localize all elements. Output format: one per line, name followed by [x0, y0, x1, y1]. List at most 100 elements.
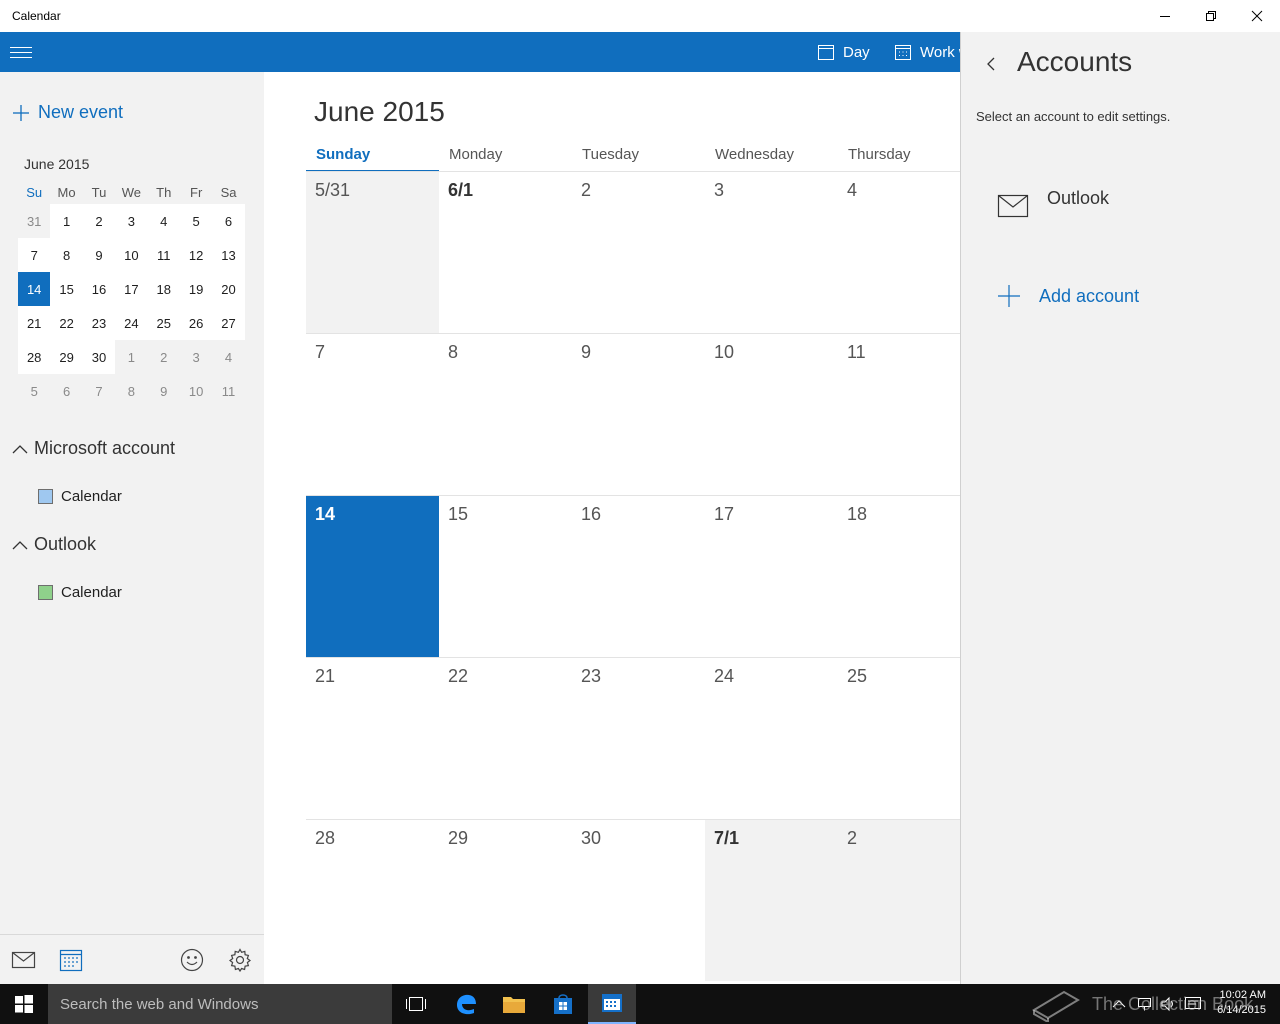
day-cell[interactable]: 5/31 [306, 171, 439, 333]
mini-day[interactable]: 8 [115, 374, 147, 408]
network-icon[interactable] [1136, 996, 1154, 1012]
mini-day-today[interactable]: 14 [18, 272, 51, 306]
task-view-icon[interactable] [392, 984, 440, 1024]
day-cell[interactable]: 7 [306, 333, 439, 495]
mini-day[interactable]: 10 [115, 238, 148, 272]
mini-day[interactable]: 12 [179, 238, 213, 272]
file-explorer-icon[interactable] [490, 984, 538, 1024]
mini-day[interactable]: 4 [147, 204, 180, 238]
mini-day[interactable]: 28 [18, 340, 51, 374]
mini-day[interactable]: 22 [50, 306, 83, 340]
group-outlook[interactable]: Outlook [12, 534, 96, 555]
day-cell[interactable]: 2 [572, 171, 705, 333]
mini-day[interactable]: 8 [50, 238, 83, 272]
day-cell[interactable]: 7/1 [705, 819, 838, 981]
day-cell[interactable]: 4 [838, 171, 960, 333]
day-cell[interactable]: 8 [439, 333, 572, 495]
new-event-button[interactable]: New event [12, 102, 123, 123]
day-view-button[interactable]: Day [817, 32, 870, 72]
calendar-item-outlook[interactable]: Calendar [38, 584, 122, 601]
day-cell[interactable]: 11 [838, 333, 960, 495]
feedback-smiley-icon[interactable] [179, 947, 205, 973]
day-cell[interactable]: 23 [572, 657, 705, 819]
action-center-icon[interactable] [1184, 996, 1202, 1012]
mini-day[interactable]: 5 [18, 374, 50, 408]
minimize-button[interactable] [1142, 0, 1188, 32]
calendar-icon[interactable] [58, 947, 84, 973]
work-week-view-button[interactable]: Work w [894, 32, 960, 72]
close-button[interactable] [1234, 0, 1280, 32]
mini-day[interactable]: 24 [115, 306, 148, 340]
account-outlook[interactable]: Outlook [997, 188, 1109, 218]
calendar-item-microsoft[interactable]: Calendar [38, 488, 122, 505]
taskbar-search-box[interactable]: Search the web and Windows [48, 984, 392, 1024]
mini-day[interactable]: 7 [18, 238, 51, 272]
day-cell[interactable]: 28 [306, 819, 439, 981]
mini-day[interactable]: 16 [82, 272, 116, 306]
settings-gear-icon[interactable] [227, 947, 253, 973]
month-title[interactable]: June 2015 [314, 96, 445, 128]
hamburger-menu-icon[interactable] [10, 40, 34, 64]
edge-browser-icon[interactable] [442, 984, 490, 1024]
mini-day[interactable]: 6 [50, 374, 82, 408]
mini-day[interactable]: 11 [212, 374, 244, 408]
day-cell[interactable]: 3 [705, 171, 838, 333]
mini-day[interactable]: 3 [115, 204, 148, 238]
store-icon[interactable] [539, 984, 587, 1024]
mini-day[interactable]: 26 [179, 306, 213, 340]
volume-icon[interactable] [1160, 996, 1178, 1012]
restore-button[interactable] [1188, 0, 1234, 32]
mini-day[interactable]: 20 [212, 272, 245, 306]
day-cell[interactable]: 2 [838, 819, 960, 981]
day-cell[interactable]: 30 [572, 819, 705, 981]
taskbar-clock[interactable]: 10:02 AM 6/14/2015 [1217, 988, 1266, 1018]
mini-day[interactable]: 2 [148, 340, 180, 374]
day-cell[interactable]: 6/1 [439, 171, 572, 333]
mini-day[interactable]: 1 [50, 204, 83, 238]
mini-day[interactable]: 6 [212, 204, 245, 238]
mini-day[interactable]: 18 [147, 272, 180, 306]
day-cell[interactable]: 29 [439, 819, 572, 981]
back-button[interactable] [981, 52, 1001, 76]
mini-day[interactable]: 17 [115, 272, 148, 306]
mini-day[interactable]: 19 [179, 272, 213, 306]
day-cell[interactable]: 17 [705, 495, 838, 657]
mini-day[interactable]: 7 [83, 374, 115, 408]
mini-day[interactable]: 25 [147, 306, 180, 340]
mini-day[interactable]: 9 [148, 374, 180, 408]
mini-calendar-title[interactable]: June 2015 [24, 156, 89, 172]
day-number: 6/1 [448, 180, 474, 200]
calendar-app-taskbar-icon[interactable] [588, 984, 636, 1024]
mini-day[interactable]: 3 [180, 340, 212, 374]
mini-day[interactable]: 9 [82, 238, 116, 272]
mini-day[interactable]: 29 [50, 340, 83, 374]
mini-day[interactable]: 13 [212, 238, 245, 272]
group-microsoft-account[interactable]: Microsoft account [12, 438, 175, 459]
mini-day[interactable]: 11 [147, 238, 180, 272]
mini-day[interactable]: 30 [82, 340, 116, 374]
day-cell[interactable]: 9 [572, 333, 705, 495]
chevron-up-tray-icon[interactable] [1112, 999, 1126, 1009]
start-button[interactable] [0, 984, 48, 1024]
add-account-button[interactable]: Add account [997, 284, 1139, 308]
mini-day[interactable]: 2 [82, 204, 116, 238]
day-cell[interactable]: 16 [572, 495, 705, 657]
mini-day[interactable]: 27 [212, 306, 245, 340]
mini-day[interactable]: 5 [179, 204, 213, 238]
mail-icon[interactable] [11, 947, 37, 973]
day-cell[interactable]: 10 [705, 333, 838, 495]
mini-day[interactable]: 23 [82, 306, 116, 340]
day-cell[interactable]: 24 [705, 657, 838, 819]
mini-day[interactable]: 10 [180, 374, 212, 408]
mini-day[interactable]: 31 [18, 204, 50, 238]
day-cell[interactable]: 15 [439, 495, 572, 657]
day-cell[interactable]: 25 [838, 657, 960, 819]
day-cell-today[interactable]: 14 [306, 495, 439, 657]
day-cell[interactable]: 22 [439, 657, 572, 819]
day-cell[interactable]: 18 [838, 495, 960, 657]
mini-day[interactable]: 4 [212, 340, 244, 374]
day-cell[interactable]: 21 [306, 657, 439, 819]
mini-day[interactable]: 21 [18, 306, 51, 340]
mini-day[interactable]: 15 [50, 272, 83, 306]
mini-day[interactable]: 1 [115, 340, 147, 374]
